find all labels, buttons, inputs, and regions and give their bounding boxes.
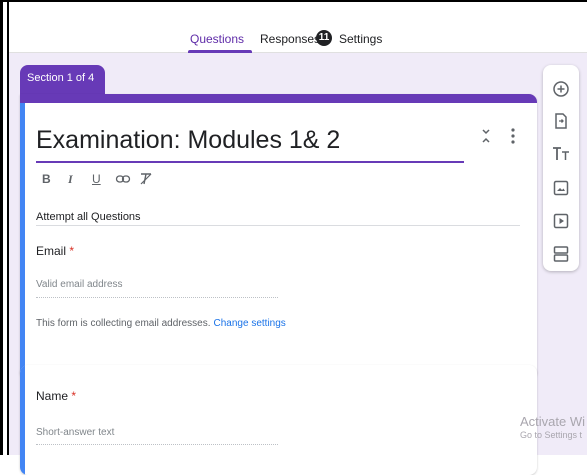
import-questions-icon[interactable] [551,111,571,131]
card-focus-bar [20,103,25,379]
clear-formatting-icon[interactable] [138,171,154,191]
bold-button[interactable]: B [42,172,51,192]
name-field-underline [36,444,278,445]
collect-note-text: This form is collecting email addresses. [36,318,211,329]
activate-windows-watermark: Activate Wi Go to Settings t [520,414,587,440]
add-title-icon[interactable] [551,144,571,164]
name-label-text: Name [36,389,69,403]
responses-count-badge: 11 [316,30,332,46]
collapse-section-icon[interactable] [479,127,493,145]
card-focus-bar [20,365,25,475]
top-navigation: Questions Responses 11 Settings [9,2,587,53]
email-question-label: Email * [36,244,74,258]
add-video-icon[interactable] [551,211,571,231]
tab-responses[interactable]: Responses [260,32,320,46]
add-question-icon[interactable] [551,79,571,99]
email-field-underline [36,297,278,298]
name-question-card[interactable]: Name * Short-answer text [20,365,537,475]
email-field[interactable]: Valid email address [36,279,123,290]
form-title[interactable]: Examination: Modules 1& 2 [36,126,340,155]
watermark-subtitle: Go to Settings t [520,430,583,440]
card-accent-bar [20,94,537,103]
form-description[interactable]: Attempt all Questions [36,211,141,223]
form-header-card[interactable]: Examination: Modules 1& 2 B I U Attempt … [20,94,537,379]
title-underline [36,161,464,163]
section-indicator: Section 1 of 4 [20,65,105,95]
tab-questions[interactable]: Questions [190,32,244,46]
window-frame-edge [0,0,3,455]
name-question-label: Name * [36,389,76,403]
form-editor-area: Section 1 of 4 Examination: Modules 1& 2… [9,53,587,475]
underline-button[interactable]: U [92,172,101,192]
collect-email-note: This form is collecting email addresses.… [36,318,286,329]
more-options-icon[interactable] [509,126,517,146]
add-section-icon[interactable] [551,244,571,264]
link-icon[interactable] [115,171,131,191]
description-underline [36,225,520,226]
floating-toolbar [543,65,579,271]
tab-settings[interactable]: Settings [339,32,382,46]
change-settings-link[interactable]: Change settings [214,318,286,329]
required-asterisk: * [71,389,77,403]
watermark-title: Activate Wi [520,414,586,429]
name-field[interactable]: Short-answer text [36,427,114,438]
required-asterisk: * [69,244,75,258]
italic-button[interactable]: I [68,172,73,192]
email-label-text: Email [36,244,67,258]
add-image-icon[interactable] [551,178,571,198]
